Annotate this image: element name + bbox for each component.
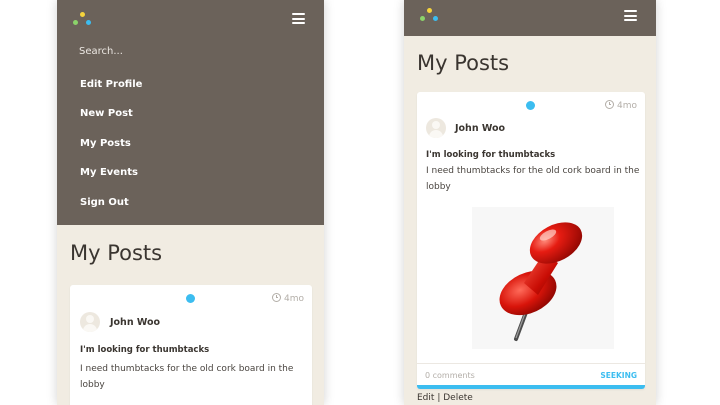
post-body-line-1: I need thumbtacks for the old cork board… [426,166,640,176]
status-badge: SEEKING [600,371,637,380]
edit-link[interactable]: Edit [417,393,434,403]
author-name[interactable]: John Woo [110,317,160,328]
menu-item-sign-out[interactable]: Sign Out [80,197,129,208]
app-logo[interactable] [73,12,93,28]
post-body-line-2: lobby [426,181,451,192]
pushpin-image [499,222,583,341]
logo-dot-green [420,16,425,21]
page-title: My Posts [70,241,163,265]
status-bar [417,385,645,389]
post-title: I'm looking for thumbtacks [426,150,556,160]
menu-item-edit-profile[interactable]: Edit Profile [80,79,142,90]
post-body: I need thumbtacks for the old cork board… [80,362,293,393]
logo-dot-blue [86,20,91,25]
hamburger-menu-icon[interactable] [292,13,305,24]
post-card[interactable]: 4mo John Woo I'm looking for thumbtacks … [417,92,645,389]
status-indicator-dot [526,101,535,110]
post-actions: Edit | Delete [417,393,473,403]
post-timestamp: 4mo [272,293,304,304]
card-footer: 0 comments SEEKING [417,363,645,386]
logo-dot-yellow [80,12,85,17]
post-body-line-1: I need thumbtacks for the old cork board… [80,364,294,374]
comments-link[interactable]: 0 comments [425,371,475,380]
navigation-menu: Edit Profile New Post My Posts My Events… [57,0,324,225]
search-input[interactable] [79,42,299,60]
menu-item-new-post[interactable]: New Post [80,108,133,119]
post-body-line-2: lobby [80,379,105,390]
logo-dot-blue [433,16,438,21]
author-name[interactable]: John Woo [455,123,505,134]
page-title: My Posts [417,51,510,75]
logo-dot-yellow [427,8,432,13]
avatar[interactable] [426,118,446,138]
avatar[interactable] [80,312,100,332]
timestamp-text: 4mo [284,294,304,304]
post-body: I need thumbtacks for the old cork board… [426,164,639,195]
post-title: I'm looking for thumbtacks [80,345,210,355]
logo-dot-green [73,20,78,25]
delete-link[interactable]: Delete [443,393,473,403]
timestamp-text: 4mo [617,101,637,111]
post-timestamp: 4mo [605,100,637,111]
phone-screen-my-posts: My Posts 4mo John Woo I'm looking for th… [404,0,656,405]
status-indicator-dot [186,294,195,303]
clock-icon [272,293,281,302]
menu-item-my-events[interactable]: My Events [80,167,138,178]
post-image[interactable] [472,207,614,349]
action-separator: | [437,393,441,403]
hamburger-menu-icon[interactable] [624,10,637,21]
post-card[interactable]: 4mo John Woo I'm looking for thumbtacks … [70,285,312,405]
menu-item-my-posts[interactable]: My Posts [80,138,131,149]
top-header-bar [404,0,656,36]
clock-icon [605,100,614,109]
app-logo[interactable] [420,8,440,24]
phone-screen-menu-open: Edit Profile New Post My Posts My Events… [57,0,324,405]
